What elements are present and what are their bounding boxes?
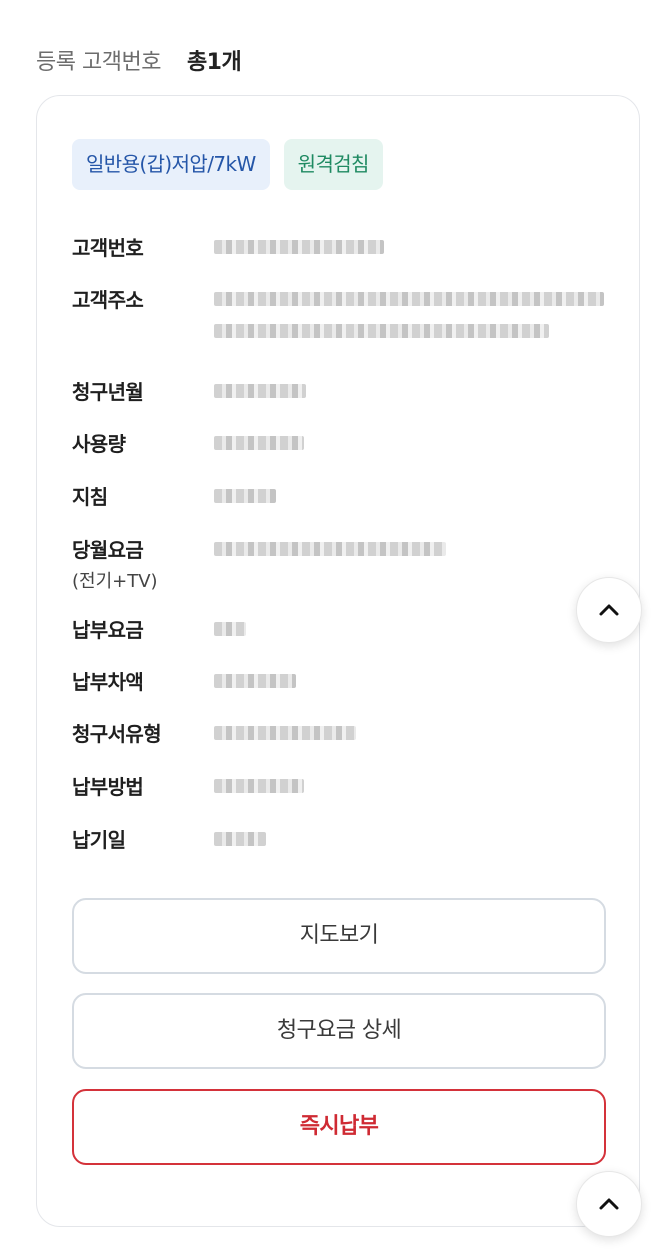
scroll-top-button-bottom[interactable] [576, 1171, 642, 1237]
field-label: 지침 [72, 485, 108, 509]
map-view-button[interactable]: 지도보기 [72, 898, 606, 974]
field-label: 당월요금 [72, 538, 144, 562]
customer-card: 일반용(갑)저압/7kW 원격검침 고객번호 고객주소 청구년월 사용량 지침 … [36, 95, 640, 1227]
registered-customer-summary: 등록 고객번호 총1개 [36, 44, 242, 76]
field-sublabel: (전기+TV) [72, 571, 158, 592]
contract-type-badge: 일반용(갑)저압/7kW [72, 139, 270, 190]
chevron-up-icon [598, 1197, 620, 1211]
field-label: 납기일 [72, 828, 126, 852]
field-label: 청구년월 [72, 380, 144, 404]
pay-now-button[interactable]: 즉시납부 [72, 1089, 606, 1165]
summary-count: 총1개 [186, 50, 242, 75]
field-label: 고객주소 [72, 288, 144, 312]
field-label: 고객번호 [72, 236, 144, 260]
bill-detail-button[interactable]: 청구요금 상세 [72, 993, 606, 1069]
remote-reading-badge: 원격검침 [283, 139, 383, 190]
field-label: 사용량 [72, 432, 126, 456]
field-label: 납부방법 [72, 775, 144, 799]
summary-label: 등록 고객번호 [36, 50, 161, 75]
scroll-top-button[interactable] [576, 577, 642, 643]
field-label: 청구서유형 [72, 722, 162, 746]
badge-group: 일반용(갑)저압/7kW 원격검침 [72, 139, 383, 190]
customer-number-page: 등록 고객번호 총1개 일반용(갑)저압/7kW 원격검침 고객번호 고객주소 [0, 0, 662, 1250]
chevron-up-icon [598, 603, 620, 617]
field-label: 납부차액 [72, 670, 144, 694]
field-label: 납부요금 [72, 618, 144, 642]
